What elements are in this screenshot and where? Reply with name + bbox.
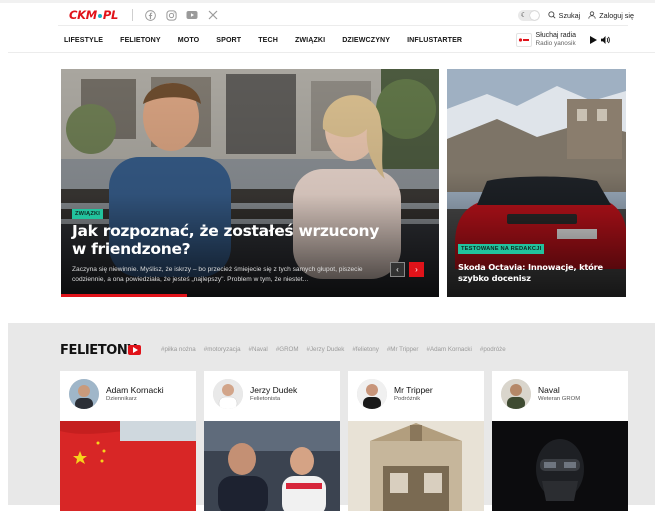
logo-text-left: CKM (69, 8, 97, 22)
hashtag[interactable]: #motoryzacja (204, 346, 241, 353)
columnist-card[interactable]: Mr Tripper Podróżnik (348, 371, 484, 511)
hashtag[interactable]: #piłka nożna (161, 346, 196, 353)
hashtag[interactable]: #Naval (249, 346, 268, 353)
radio-text: Słuchaj radia Radio yanosik (536, 32, 576, 48)
avatar (501, 379, 531, 409)
avatar (357, 379, 387, 409)
columnist-card[interactable]: Adam Kornacki Dziennikarz (60, 371, 196, 511)
author-name[interactable]: Mr Tripper (394, 385, 433, 395)
top-right-controls: ☾ Szukaj Zaloguj się (517, 9, 634, 21)
nav-item-sport[interactable]: SPORT (216, 36, 241, 44)
nav-item-moto[interactable]: MOTO (178, 36, 200, 44)
radio-title: Słuchaj radia (535, 32, 576, 39)
author-info: Mr Tripper Podróżnik (394, 385, 433, 403)
author-name[interactable]: Naval (538, 385, 580, 395)
side-article-title[interactable]: Skoda Octavia: Innowacje, które szybko d… (458, 262, 618, 284)
hero-category-tag[interactable]: ZWIĄZKI (72, 209, 104, 219)
author-name[interactable]: Adam Kornacki (106, 385, 164, 395)
login-label: Zaloguj się (599, 10, 634, 20)
radio-player: Słuchaj radia Radio yanosik (515, 32, 610, 48)
divider (132, 9, 134, 21)
youtube-icon[interactable] (186, 9, 198, 21)
hero-excerpt: Zaczyna się niewinnie. Myślisz, że iskrz… (72, 266, 363, 283)
user-icon (588, 11, 596, 19)
author-info: Naval Weteran GROM (538, 385, 580, 403)
slider-arrows: ‹ › (390, 262, 424, 277)
chevron-left-icon: ‹ (396, 265, 399, 274)
card-image (492, 421, 628, 511)
avatar (213, 379, 243, 409)
hero-article[interactable]: ZWIĄZKI Jak rozpoznać, że zostałeś wrzuc… (61, 69, 439, 297)
hashtag[interactable]: #felietony (352, 346, 379, 353)
top-strip (0, 0, 655, 3)
nav-item-tech[interactable]: TECH (258, 36, 278, 44)
nav-item-zwiazki[interactable]: ZWIĄZKI (295, 36, 325, 44)
main-nav: LIFESTYLE FELIETONY MOTO SPORT TECH ZWIĄ… (58, 31, 634, 49)
hero-title[interactable]: Jak rozpoznać, że zostałeś wrzucony w fr… (72, 222, 392, 258)
toggle-knob (529, 10, 539, 20)
radio-station: Radio yanosik (535, 40, 576, 47)
avatar (69, 379, 99, 409)
hashtag[interactable]: #podróże (480, 346, 506, 353)
card-image (60, 421, 196, 511)
logo-dot (97, 14, 102, 18)
site-logo[interactable]: CKM PL (58, 8, 118, 22)
play-icon (132, 347, 138, 353)
card-header: Mr Tripper Podróżnik (357, 379, 433, 409)
nav-item-influstarter[interactable]: INFLUSTARTER (407, 36, 462, 44)
instagram-icon[interactable] (165, 9, 177, 21)
nav-divider-line (8, 52, 655, 53)
search-label: Szukaj (558, 10, 581, 20)
hashtag[interactable]: #Mr Tripper (387, 346, 419, 353)
volume-icon[interactable] (601, 36, 610, 44)
radio-logo (515, 33, 532, 47)
author-info: Jerzy Dudek Felietonista (250, 385, 297, 403)
card-header: Jerzy Dudek Felietonista (213, 379, 297, 409)
social-links (144, 9, 219, 21)
nav-item-lifestyle[interactable]: LIFESTYLE (64, 36, 103, 44)
logo-text-right: PL (102, 8, 119, 22)
hashtag-list: #piłka nożna #motoryzacja #Naval #GROM #… (161, 346, 506, 353)
radio-station-logo-icon (517, 37, 530, 43)
card-image (348, 421, 484, 511)
search-icon (548, 11, 556, 19)
hero-image (61, 69, 439, 297)
columnist-card[interactable]: Naval Weteran GROM (492, 371, 628, 511)
slider-progress-bar (61, 294, 187, 297)
author-role: Felietonista (250, 396, 281, 402)
columnist-card[interactable]: Jerzy Dudek Felietonista (204, 371, 340, 511)
radio-controls (590, 36, 610, 44)
dark-mode-toggle[interactable]: ☾ (517, 9, 540, 21)
side-category-tag[interactable]: TESTOWANE NA REDAKCJI (458, 244, 545, 254)
section-title[interactable]: FELIETONY (60, 343, 137, 358)
card-header: Adam Kornacki Dziennikarz (69, 379, 164, 409)
side-article[interactable]: TESTOWANE NA REDAKCJI Skoda Octavia: Inn… (447, 69, 626, 297)
divider-line (58, 25, 628, 26)
author-role: Weteran GROM (538, 396, 581, 402)
slider-next-button[interactable]: › (409, 262, 424, 277)
top-bar: CKM PL ☾ Szukaj Zaloguj się (58, 4, 634, 26)
card-image (204, 421, 340, 511)
nav-item-felietony[interactable]: FELIETONY (120, 36, 161, 44)
author-info: Adam Kornacki Dziennikarz (106, 385, 164, 403)
facebook-icon[interactable] (144, 9, 156, 21)
youtube-badge[interactable] (128, 345, 141, 355)
author-role: Podróżnik (394, 396, 421, 402)
felietony-section: FELIETONY #piłka nożna #motoryzacja #Nav… (8, 323, 655, 511)
moon-icon: ☾ (520, 11, 527, 19)
nav-item-dziewczyny[interactable]: DZIEWCZYNY (342, 36, 390, 44)
hashtag[interactable]: #Jerzy Dudek (307, 346, 345, 353)
hashtag[interactable]: #GROM (276, 346, 299, 353)
hashtag[interactable]: #Adam Kornacki (427, 346, 472, 353)
author-role: Dziennikarz (106, 396, 137, 402)
columnist-cards: Adam Kornacki Dziennikarz Jerzy Dudek Fe… (60, 371, 628, 511)
x-twitter-icon[interactable] (207, 9, 219, 21)
search-button[interactable]: Szukaj (548, 10, 581, 20)
card-header: Naval Weteran GROM (501, 379, 580, 409)
chevron-right-icon: › (415, 265, 418, 274)
slider-prev-button[interactable]: ‹ (390, 262, 405, 277)
login-button[interactable]: Zaloguj się (588, 11, 634, 20)
author-name[interactable]: Jerzy Dudek (250, 385, 297, 395)
play-icon[interactable] (590, 36, 597, 44)
